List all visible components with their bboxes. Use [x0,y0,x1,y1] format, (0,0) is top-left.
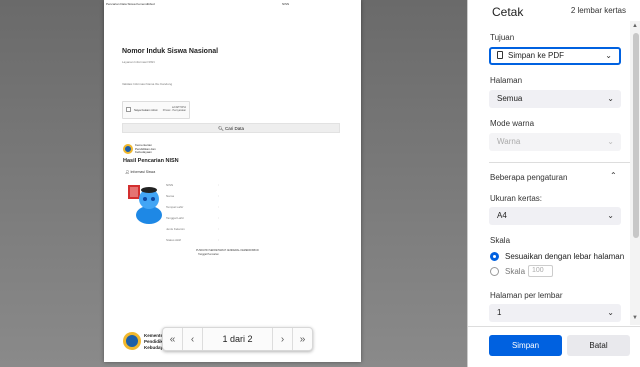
captcha-checkbox [126,107,131,112]
next-page-button[interactable]: › [272,328,292,350]
panel-footer: Simpan Batal [468,326,640,367]
sheet-count: 2 lembar kertas [570,6,626,15]
search-data-button: 🔍︎ Cari Data [122,123,340,133]
ministry-logo-icon [123,144,133,154]
chevron-down-icon: ⌄ [605,51,612,60]
scrollbar-thumb[interactable] [633,33,639,238]
section-divider [489,162,630,163]
page-header-left: Pencarian Data Siswa Kemendikbud [106,2,155,6]
scale-fit-radio[interactable] [490,252,499,261]
paper-size-select[interactable]: A4 ⌄ [489,207,621,225]
print-settings-panel: Cetak 2 lembar kertas Tujuan Simpan ke P… [467,0,640,367]
cancel-button[interactable]: Batal [567,335,630,356]
captcha-label: Saya bukan robot [134,108,158,112]
preview-page: Pencarian Data Siswa Kemendikbud NISN No… [104,0,361,362]
document-icon [497,50,503,59]
student-avatar-icon [128,185,162,224]
first-page-button[interactable]: « [163,328,183,350]
page-counter: 1 dari 2 [222,334,253,344]
save-button[interactable]: Simpan [489,335,562,356]
pages-label: Halaman [490,76,523,85]
chevron-up-icon[interactable]: ⌃ [610,171,617,180]
scale-custom-label[interactable]: Skala [505,267,525,276]
panel-header: Cetak 2 lembar kertas [468,0,640,21]
scale-fit-label[interactable]: Sesuaikan dengan lebar halaman [505,252,624,261]
doc-validation-text: Validasi Informasi Nama Ibu Kandung [122,82,173,86]
doc-title: Nomor Induk Siswa Nasional [122,48,219,55]
panel-title: Cetak [492,5,524,19]
page-navigator: « ‹ 1 dari 2 › » [162,327,313,351]
page-footnote: PUSDATIN SEKRETARIAT JENDERAL KEMENDIKBU… [196,249,259,256]
last-page-button[interactable]: » [292,328,312,350]
doc-subtitle: Layanan Informasi NISN [122,60,155,64]
chevron-down-icon: ⌄ [607,308,614,317]
color-mode-select[interactable]: Warna ⌄ [489,133,621,151]
chevron-down-icon: ⌄ [607,137,614,146]
user-icon: 👤︎ [125,170,130,174]
settings-scrollbar[interactable]: ▲ ▼ [630,21,640,325]
scale-input[interactable]: 100 [528,265,553,277]
chevron-down-icon: ⌄ [607,211,614,220]
more-settings-toggle[interactable]: Beberapa pengaturan [490,173,567,182]
scale-custom-radio[interactable] [490,267,499,276]
ministry-name-small: Kementerian Pendidikan dan Kebudayaan [135,143,156,154]
captcha-brand: reCAPTCHA Privasi · Persyaratan [162,106,186,112]
settings-scroll-area: Tujuan Simpan ke PDF ⌄ Halaman Semua ⌄ M… [468,23,630,324]
destination-label: Tujuan [490,33,515,42]
scale-label: Skala [490,236,511,245]
scroll-up-icon[interactable]: ▲ [632,23,638,29]
pages-per-sheet-label: Halaman per lembar [490,291,563,300]
previous-page-button[interactable]: ‹ [183,328,203,350]
student-info-heading: 👤︎ Informasi Siswa [125,170,156,174]
color-mode-label: Mode warna [490,119,535,128]
result-title: Hasil Pencarian NISN [123,158,179,164]
print-preview-area: Pencarian Data Siswa Kemendikbud NISN No… [0,0,467,367]
paper-size-label: Ukuran kertas: [490,194,543,203]
search-icon: 🔍︎ [218,126,224,131]
scroll-down-icon[interactable]: ▼ [632,315,638,321]
pages-select[interactable]: Semua ⌄ [489,90,621,108]
pages-per-sheet-select[interactable]: 1 ⌄ [489,304,621,322]
ministry-logo-large-icon [123,332,141,350]
destination-select[interactable]: Simpan ke PDF ⌄ [489,47,621,65]
page-header-right: NISN [282,2,290,6]
chevron-down-icon: ⌄ [607,94,614,103]
captcha-widget: Saya bukan robot reCAPTCHA Privasi · Pers… [122,101,190,119]
